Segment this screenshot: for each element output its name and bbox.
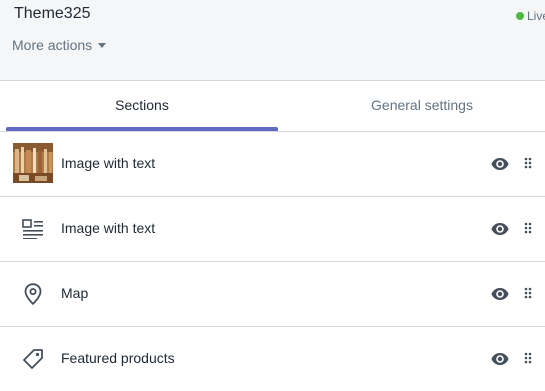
live-status: Live — [516, 9, 545, 23]
theme-name: Theme325 — [14, 5, 91, 22]
active-tab-indicator — [6, 127, 278, 131]
status-dot-icon — [516, 12, 524, 20]
section-label: Featured products — [61, 350, 175, 366]
section-label: Map — [61, 285, 89, 301]
location-pin-icon — [13, 274, 53, 314]
drag-handle-icon[interactable] — [522, 286, 534, 302]
eye-icon[interactable] — [490, 155, 510, 173]
drag-handle-icon[interactable] — [522, 351, 534, 367]
eye-icon[interactable] — [490, 220, 510, 238]
text-lines-icon — [13, 209, 53, 249]
eye-icon[interactable] — [490, 285, 510, 303]
theme-header: Theme325 Live More actions — [0, 0, 545, 81]
image-thumbnail — [13, 143, 53, 183]
caret-down-icon — [98, 43, 107, 48]
tab-sections[interactable]: Sections — [6, 81, 278, 131]
section-row-featured-products[interactable]: Featured products — [0, 327, 545, 391]
eye-icon[interactable] — [490, 350, 510, 368]
tab-general-settings[interactable]: General settings — [286, 81, 545, 131]
sections-list: Image with text Image with text Map Feat… — [0, 132, 545, 391]
more-actions-label: More actions — [12, 37, 93, 53]
status-label: Live — [527, 9, 545, 23]
section-label: Image with text — [61, 220, 156, 236]
drag-handle-icon[interactable] — [522, 156, 534, 172]
section-row-map[interactable]: Map — [0, 262, 545, 327]
tab-bar: Sections General settings — [0, 81, 545, 132]
tag-icon — [13, 339, 53, 379]
drag-handle-icon[interactable] — [522, 221, 534, 237]
section-label: Image with text — [61, 155, 156, 171]
section-row-image-with-text-2[interactable]: Image with text — [0, 197, 545, 262]
more-actions-button[interactable]: More actions — [12, 37, 107, 53]
section-row-image-with-text-1[interactable]: Image with text — [0, 132, 545, 197]
